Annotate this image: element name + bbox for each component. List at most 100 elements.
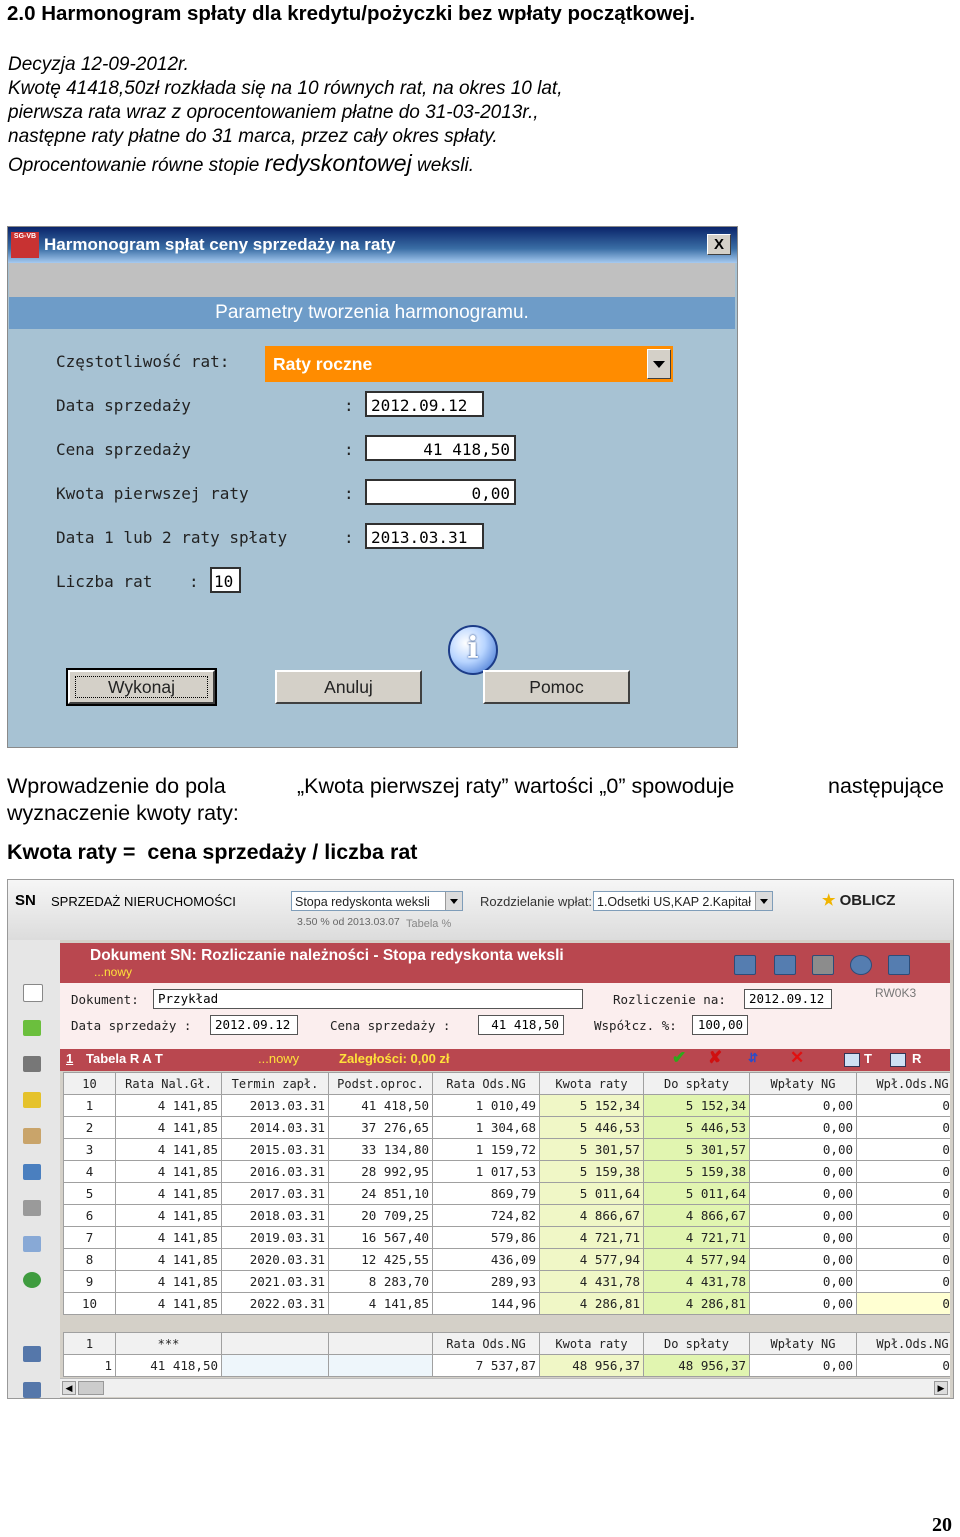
tab-number: 1 — [66, 1051, 74, 1066]
sale-price-field[interactable]: 41 418,50 — [478, 1015, 564, 1035]
column-header[interactable] — [328, 1332, 433, 1355]
open-folder-icon[interactable] — [23, 1020, 41, 1036]
column-header[interactable]: Rata Ods.NG — [432, 1332, 540, 1355]
document-form: Dokument: Przykład Rozliczenie na: 2012.… — [60, 983, 950, 1049]
installment-date-label: Data 1 lub 2 raty spłaty — [56, 528, 288, 547]
frequency-label: Częstotliwość rat: — [56, 352, 230, 371]
document-field[interactable]: Przykład — [153, 989, 583, 1009]
first-installment-field[interactable]: 0,00 — [365, 479, 516, 505]
execute-button[interactable]: Wykonaj — [66, 668, 217, 706]
clipboard-icon[interactable] — [23, 1128, 41, 1144]
close-icon[interactable]: ✕ — [790, 1048, 804, 1068]
column-header[interactable]: 10 — [63, 1072, 116, 1095]
column-header[interactable]: Wpł.Ods.NG — [856, 1332, 950, 1355]
table-cell: 4 141,85 — [115, 1248, 222, 1271]
frequency-value: Raty roczne — [273, 354, 373, 374]
parameters-header: Parametry tworzenia harmonogramu. — [9, 297, 735, 329]
colon: : — [344, 528, 354, 547]
frequency-select[interactable]: Raty roczne — [265, 346, 673, 382]
window-icon[interactable] — [844, 1053, 860, 1067]
info-icon[interactable]: i — [448, 625, 498, 675]
column-header[interactable]: Rata Ods.NG — [432, 1072, 540, 1095]
table-cell: 869,79 — [432, 1182, 540, 1205]
column-header[interactable]: Kwota raty — [539, 1072, 644, 1095]
delete-icon[interactable]: ✘ — [708, 1048, 722, 1068]
table-cell: 1 010,49 — [432, 1094, 540, 1117]
preview-icon[interactable] — [23, 1236, 41, 1252]
column-header[interactable]: *** — [115, 1332, 222, 1355]
table-cell: 5 301,57 — [643, 1138, 750, 1161]
note-icon[interactable] — [812, 955, 834, 975]
cancel-button[interactable]: Anuluj — [275, 670, 422, 704]
table-cell — [221, 1354, 329, 1377]
split-icon[interactable]: ⇵ — [748, 1051, 758, 1065]
sale-date-field[interactable]: 2012.09.12 — [365, 391, 484, 417]
help-button[interactable]: Pomoc — [483, 670, 630, 704]
window-icon[interactable] — [890, 1053, 906, 1067]
export-icon[interactable] — [23, 1346, 41, 1362]
coefficient-field[interactable]: 100,00 — [692, 1015, 748, 1035]
rate-table-link[interactable]: Tabela % — [406, 918, 451, 930]
table-cell: 2020.03.31 — [221, 1248, 329, 1271]
close-button[interactable]: X — [707, 234, 731, 255]
table-cell: 1 159,72 — [432, 1138, 540, 1161]
sale-price-field[interactable]: 41 418,50 — [365, 435, 516, 461]
table-cell: 0,0 — [856, 1094, 950, 1117]
column-header[interactable]: Do spłaty — [643, 1332, 750, 1355]
window-icon[interactable] — [23, 1164, 41, 1180]
stop-icon[interactable] — [23, 1056, 41, 1072]
column-header[interactable] — [221, 1332, 329, 1355]
settings-icon[interactable] — [23, 1382, 41, 1398]
table-cell: 2 — [63, 1116, 116, 1139]
horizontal-scrollbar[interactable]: ◀ ▶ — [60, 1378, 950, 1397]
clock-icon[interactable] — [850, 955, 872, 975]
printer-icon[interactable] — [23, 1200, 41, 1216]
sale-date-field[interactable]: 2012.09.12 — [210, 1015, 298, 1035]
table-cell: 4 141,85 — [115, 1160, 222, 1183]
header-row: 10 Rata Nal.Gł. Termin zapł. Podst.oproc. Ra… — [63, 1072, 950, 1095]
scroll-thumb[interactable] — [78, 1381, 104, 1395]
column-header[interactable]: Do spłaty — [643, 1072, 750, 1095]
column-header[interactable]: Podst.oproc. — [328, 1072, 433, 1095]
table-cell: 33 134,80 — [328, 1138, 433, 1161]
chevron-down-icon[interactable] — [755, 892, 772, 910]
summary-header-row: 1 *** Rata Ods.NG Kwota raty Do spłaty Wpłaty… — [63, 1332, 950, 1355]
table-cell: 2014.03.31 — [221, 1116, 329, 1139]
tab-R[interactable]: R — [912, 1051, 921, 1066]
column-header[interactable]: Rata Nal.Gł. — [115, 1072, 222, 1095]
window-icon[interactable] — [734, 955, 756, 975]
settlement-date-field[interactable]: 2012.09.12 — [744, 989, 832, 1009]
column-header[interactable]: Wpł.Ods.NG — [856, 1072, 950, 1095]
table-cell: 1 — [63, 1354, 116, 1377]
table-cell: 2016.03.31 — [221, 1160, 329, 1183]
chevron-down-icon[interactable] — [647, 349, 671, 379]
table-cell: 37 276,65 — [328, 1116, 433, 1139]
column-header[interactable]: Termin zapł. — [221, 1072, 329, 1095]
folder-icon[interactable] — [23, 1092, 41, 1108]
check-icon[interactable]: ✔ — [672, 1048, 686, 1068]
scroll-left-icon[interactable]: ◀ — [62, 1381, 76, 1395]
table-cell: 579,86 — [432, 1226, 540, 1249]
calculate-button[interactable]: ★ OBLICZ — [822, 891, 895, 909]
tab-T[interactable]: T — [864, 1051, 872, 1066]
installment-date-field[interactable]: 2013.03.31 — [365, 523, 484, 549]
rate-select[interactable]: Stopa redyskonta weksli — [291, 891, 463, 911]
column-header[interactable]: Kwota raty — [539, 1332, 644, 1355]
page-number: 20 — [932, 1514, 952, 1536]
table-cell: 0,0 — [856, 1248, 950, 1271]
chevron-down-icon[interactable] — [445, 892, 462, 910]
installments-tab-bar: 1 Tabela R A T ...nowy Zaległości: 0,00 … — [60, 1048, 950, 1071]
refresh-icon[interactable] — [23, 1272, 41, 1288]
scroll-right-icon[interactable]: ▶ — [934, 1381, 948, 1395]
rate-info: 3.50 % od 2013.03.07 — [297, 916, 400, 928]
export-icon[interactable] — [888, 955, 910, 975]
document-status: ...nowy — [94, 965, 133, 979]
column-header[interactable]: Wpłaty NG — [749, 1072, 857, 1095]
split-select[interactable]: 1.Odsetki US,KAP 2.Kapitał — [593, 891, 773, 911]
column-header[interactable]: 1 — [63, 1332, 116, 1355]
new-document-icon[interactable] — [23, 984, 43, 1002]
user-icon[interactable] — [774, 955, 796, 975]
tab-installments[interactable]: Tabela R A T — [86, 1051, 163, 1066]
column-header[interactable]: Wpłaty NG — [749, 1332, 857, 1355]
installments-count-field[interactable]: 10 — [210, 567, 241, 593]
